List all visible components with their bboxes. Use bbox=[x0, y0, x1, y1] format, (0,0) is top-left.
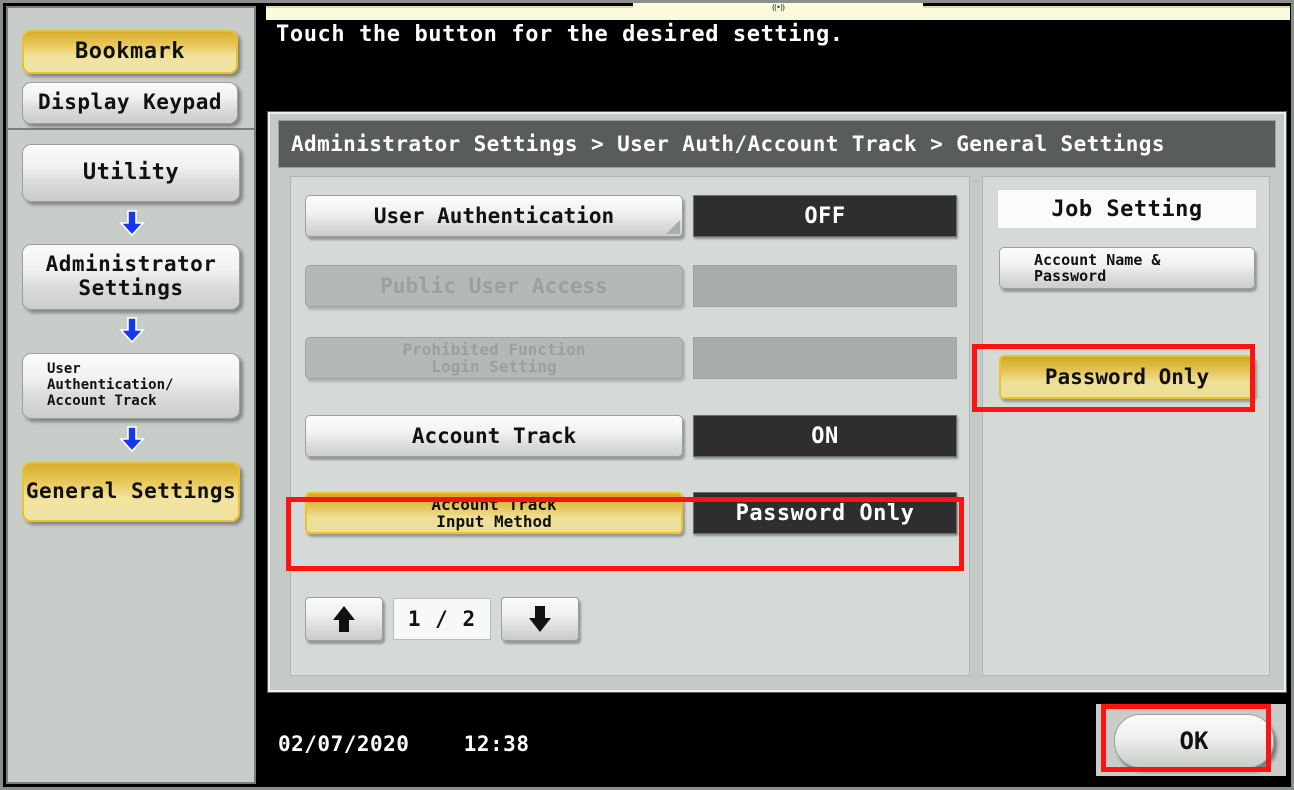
job-setting-button-label: Password Only bbox=[1044, 364, 1210, 389]
page-up-button[interactable] bbox=[305, 597, 383, 641]
left-sidebar: Bookmark Display Keypad Utility Administ… bbox=[0, 0, 262, 790]
sidebar-item-label: General Settings bbox=[25, 479, 237, 504]
top-status-strip: ((•)) bbox=[266, 2, 1290, 20]
row-value-text: ON bbox=[811, 423, 839, 449]
table-row: User Authentication OFF bbox=[305, 195, 957, 237]
row-label-account-track-input-method[interactable]: Account Track Input Method bbox=[305, 492, 683, 534]
job-setting-account-name-password-button[interactable]: Account Name & Password bbox=[999, 247, 1255, 289]
job-setting-title: Job Setting bbox=[997, 189, 1257, 229]
row-label-text: Prohibited Function Login Setting bbox=[402, 339, 586, 376]
sidebar-item-user-auth-account-track[interactable]: User Authentication/ Account Track bbox=[22, 353, 240, 419]
arrow-down-icon bbox=[117, 210, 147, 237]
arrow-up-icon bbox=[333, 606, 355, 632]
row-value-account-track-input-method[interactable]: Password Only bbox=[693, 492, 957, 534]
table-row: Account Track Input Method Password Only bbox=[305, 492, 957, 534]
sidebar-item-label: Utility bbox=[82, 159, 180, 185]
sidebar-item-general-settings[interactable]: General Settings bbox=[22, 462, 240, 522]
breadcrumb: Administrator Settings > User Auth/Accou… bbox=[278, 120, 1276, 168]
row-value-account-track[interactable]: ON bbox=[693, 415, 957, 457]
row-label-account-track[interactable]: Account Track bbox=[305, 415, 683, 457]
row-label-text: Public User Access bbox=[380, 273, 608, 298]
job-setting-pane: Job Setting Account Name & Password Pass… bbox=[982, 176, 1270, 676]
ok-button-label: OK bbox=[1179, 727, 1209, 755]
arrow-down-icon bbox=[529, 606, 551, 632]
page-down-button[interactable] bbox=[501, 597, 579, 641]
job-setting-password-only-button[interactable]: Password Only bbox=[999, 355, 1255, 399]
row-value-user-authentication[interactable]: OFF bbox=[693, 195, 957, 237]
corner-marker-icon bbox=[666, 220, 680, 234]
row-label-prohibited-function-login-setting: Prohibited Function Login Setting bbox=[305, 337, 683, 379]
sidebar-item-label: Bookmark bbox=[75, 38, 185, 64]
sidebar-item-label: Administrator Settings bbox=[45, 252, 217, 300]
sidebar-item-utility[interactable]: Utility bbox=[22, 144, 240, 202]
wireless-signal-icon: ((•)) bbox=[771, 3, 785, 12]
sidebar-item-label: Display Keypad bbox=[37, 90, 222, 115]
row-value-text: Password Only bbox=[735, 500, 915, 526]
table-row: Account Track ON bbox=[305, 415, 957, 457]
job-setting-button-label: Account Name & Password bbox=[1034, 250, 1161, 285]
arrow-down-icon bbox=[117, 426, 147, 453]
time-text: 12:38 bbox=[463, 732, 530, 756]
datetime-display: 02/07/2020 12:38 bbox=[278, 732, 529, 756]
table-row: Prohibited Function Login Setting bbox=[305, 337, 957, 379]
sidebar-item-administrator-settings[interactable]: Administrator Settings bbox=[22, 244, 240, 310]
page-indicator: 1 / 2 bbox=[393, 598, 491, 640]
row-value-public-user-access bbox=[693, 265, 957, 307]
row-value-text: OFF bbox=[804, 203, 846, 229]
sidebar-item-display-keypad[interactable]: Display Keypad bbox=[22, 82, 238, 124]
sidebar-item-label: User Authentication/ Account Track bbox=[47, 361, 174, 409]
arrow-down-icon bbox=[117, 317, 147, 344]
row-label-public-user-access: Public User Access bbox=[305, 265, 683, 307]
mfp-touch-panel: Bookmark Display Keypad Utility Administ… bbox=[0, 0, 1294, 790]
ok-button[interactable]: OK bbox=[1114, 714, 1274, 768]
main-area: ((•)) Touch the button for the desired s… bbox=[262, 0, 1294, 790]
table-row: Public User Access bbox=[305, 265, 957, 307]
row-label-text: Account Track bbox=[411, 423, 577, 448]
row-label-text: Account Track Input Method bbox=[431, 494, 557, 531]
row-label-text: User Authentication bbox=[373, 203, 615, 228]
pagination-control: 1 / 2 bbox=[305, 597, 579, 641]
sidebar-item-bookmark[interactable]: Bookmark bbox=[22, 30, 238, 74]
status-bar: 02/07/2020 12:38 OK bbox=[268, 704, 1286, 782]
row-value-prohibited-function-login-setting bbox=[693, 337, 957, 379]
sidebar-inner: Bookmark Display Keypad Utility Administ… bbox=[6, 6, 256, 784]
row-label-user-authentication[interactable]: User Authentication bbox=[305, 195, 683, 237]
date-text: 02/07/2020 bbox=[278, 732, 410, 756]
prompt-text: Touch the button for the desired setting… bbox=[276, 22, 844, 47]
settings-panel: Administrator Settings > User Auth/Accou… bbox=[268, 112, 1286, 692]
sidebar-divider bbox=[8, 128, 254, 130]
settings-list-pane: User Authentication OFF Public User Acce… bbox=[290, 176, 970, 676]
